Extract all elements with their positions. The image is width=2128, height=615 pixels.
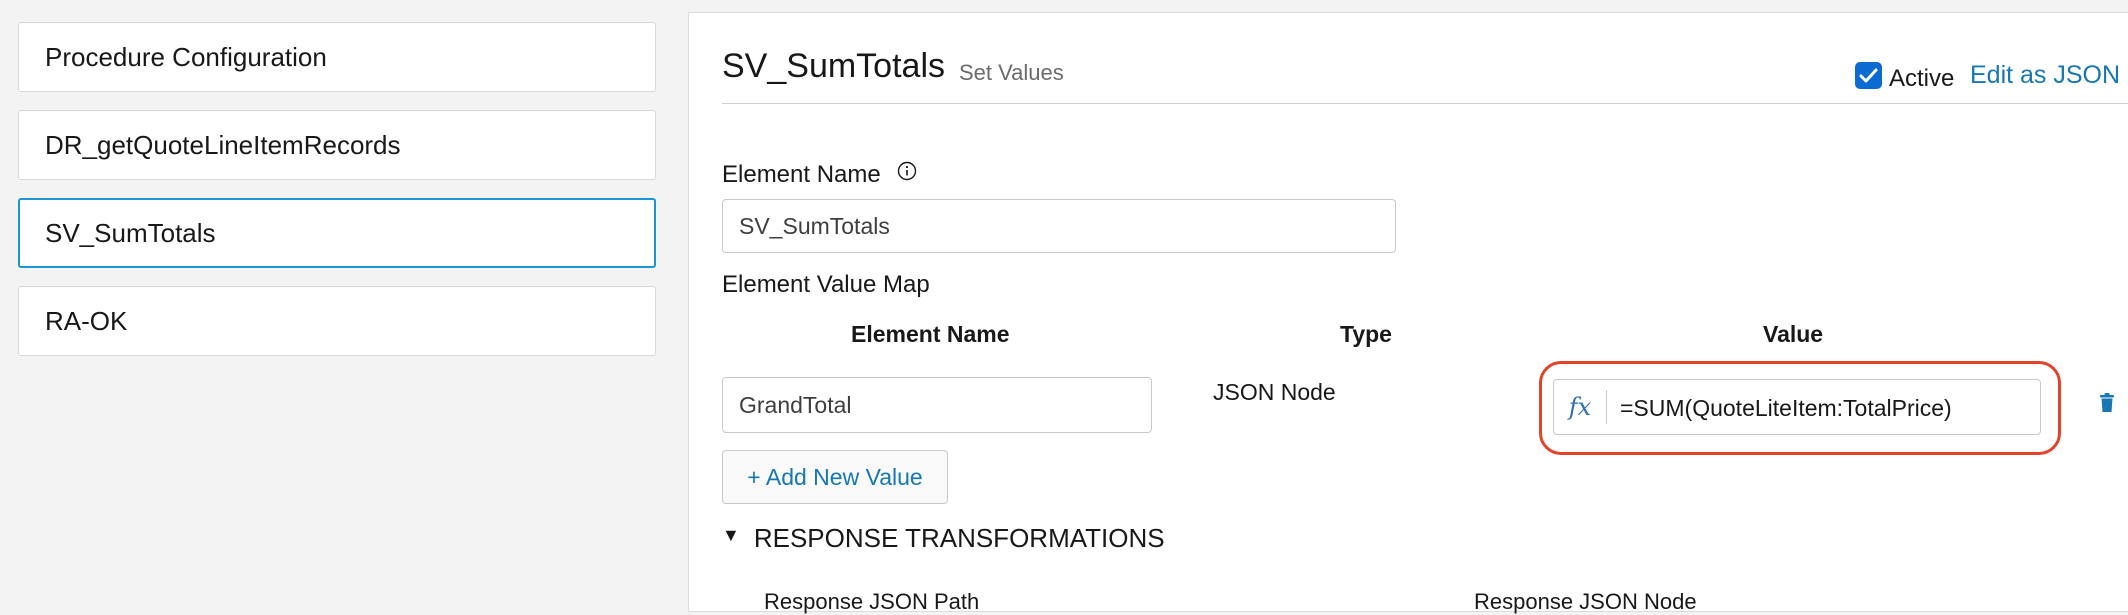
- element-name-input[interactable]: [722, 199, 1396, 253]
- response-json-node-label: Response JSON Node: [1474, 589, 1697, 614]
- trash-icon[interactable]: [2099, 393, 2121, 417]
- value-map-row-name-input[interactable]: [722, 377, 1152, 433]
- response-transformations-toggle[interactable]: ▼ RESPONSE TRANSFORMATIONS: [722, 523, 1165, 554]
- header-divider: [722, 103, 2128, 104]
- column-header-element-name: Element Name: [851, 321, 1010, 347]
- value-map-row-formula-field: fx: [1553, 379, 2041, 435]
- response-json-path-label: Response JSON Path: [764, 589, 980, 614]
- edit-as-json-link[interactable]: Edit as JSON: [1970, 61, 2120, 90]
- triangle-down-icon: ▼: [722, 525, 740, 545]
- element-properties-panel: SV_SumTotals Set Values Active Edit as J…: [688, 12, 2128, 614]
- element-type-label: Set Values: [959, 60, 1064, 85]
- value-map-row-value-input[interactable]: [1618, 388, 2032, 428]
- step-item-dr-getquotelineitemrecords[interactable]: DR_getQuoteLineItemRecords: [18, 110, 656, 180]
- element-value-map-label: Element Value Map: [722, 271, 930, 298]
- checkmark-icon: [1859, 68, 1878, 83]
- response-transformations-label: RESPONSE TRANSFORMATIONS: [753, 523, 1165, 553]
- add-new-value-button[interactable]: + Add New Value: [722, 450, 948, 504]
- step-item-sv-sumtotals[interactable]: SV_SumTotals: [18, 198, 656, 268]
- element-name-label-row: Element Name: [722, 161, 917, 190]
- step-item-ra-ok[interactable]: RA-OK: [18, 286, 656, 356]
- column-header-value: Value: [1763, 321, 1824, 347]
- info-icon[interactable]: [897, 160, 917, 188]
- value-map-row-type: JSON Node: [1213, 379, 1336, 405]
- procedure-step-list: Procedure Configuration DR_getQuoteLineI…: [0, 0, 690, 596]
- fx-icon: fx: [1554, 390, 1607, 424]
- step-item-procedure-configuration[interactable]: Procedure Configuration: [18, 22, 656, 92]
- active-checkbox[interactable]: [1855, 62, 1882, 89]
- active-label: Active: [1889, 65, 1955, 92]
- element-name-label: Element Name: [722, 161, 881, 188]
- element-title: SV_SumTotals: [722, 47, 945, 85]
- column-header-type: Type: [1340, 321, 1392, 347]
